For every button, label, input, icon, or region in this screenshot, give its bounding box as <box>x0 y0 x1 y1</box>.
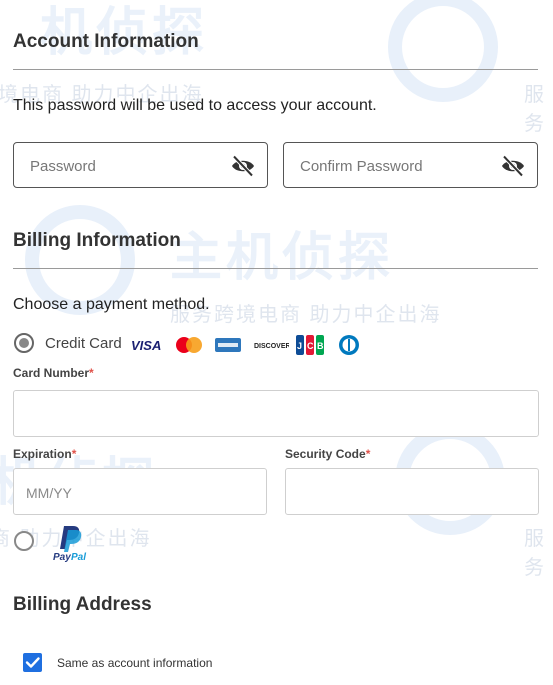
credit-card-radio[interactable] <box>14 333 34 353</box>
password-input[interactable] <box>28 143 212 189</box>
checkmark-icon <box>25 657 40 668</box>
expiration-label: Expiration* <box>13 447 77 461</box>
card-number-label: Card Number* <box>13 366 94 380</box>
expiration-field[interactable] <box>13 468 267 516</box>
svg-text:B: B <box>317 341 324 351</box>
credit-card-label[interactable]: Credit Card <box>45 335 122 352</box>
diners-club-icon <box>339 335 359 355</box>
security-code-field[interactable] <box>285 468 539 516</box>
watermark-logo <box>388 0 498 102</box>
same-as-account-checkbox[interactable] <box>23 653 42 672</box>
svg-text:VISA: VISA <box>131 338 161 353</box>
security-code-label: Security Code* <box>285 447 371 461</box>
watermark-brand-mid: 主机侦探 <box>170 229 395 287</box>
billing-address-title: Billing Address <box>13 594 152 615</box>
expiration-input[interactable] <box>24 469 255 516</box>
watermark-tagline-mid: 服务跨境电商 助力中企出海 <box>170 304 442 326</box>
jcb-icon: J C B <box>296 335 324 355</box>
account-section-title: Account Information <box>13 31 199 52</box>
svg-text:J: J <box>297 341 302 351</box>
password-field[interactable] <box>13 142 268 189</box>
svg-text:DISCOVER: DISCOVER <box>254 343 289 350</box>
divider <box>13 69 538 70</box>
confirm-password-input[interactable] <box>298 143 482 189</box>
divider <box>13 268 538 269</box>
paypal-logo-icon[interactable]: Pay Pal <box>52 524 92 562</box>
billing-section-title: Billing Information <box>13 230 181 251</box>
mastercard-icon <box>176 337 202 353</box>
same-as-account-label[interactable]: Same as account information <box>57 656 212 670</box>
visa-icon: VISA <box>131 338 161 353</box>
eye-slash-icon[interactable] <box>501 155 525 177</box>
eye-slash-icon[interactable] <box>231 155 255 177</box>
svg-text:C: C <box>307 341 314 351</box>
security-code-input[interactable] <box>296 469 527 516</box>
card-number-input[interactable] <box>24 391 500 438</box>
paypal-radio[interactable] <box>14 531 34 551</box>
amex-icon <box>215 338 241 352</box>
watermark-fragment-right: 服务 <box>524 84 546 135</box>
confirm-password-field[interactable] <box>283 142 538 189</box>
discover-icon: DISCOVER <box>254 343 289 350</box>
card-number-field[interactable] <box>13 390 539 438</box>
watermark-fragment-right: 服务 <box>524 528 546 579</box>
password-note: This password will be used to access you… <box>13 97 377 114</box>
svg-text:Pal: Pal <box>71 552 86 562</box>
svg-text:Pay: Pay <box>53 552 71 562</box>
payment-method-prompt: Choose a payment method. <box>13 296 210 313</box>
